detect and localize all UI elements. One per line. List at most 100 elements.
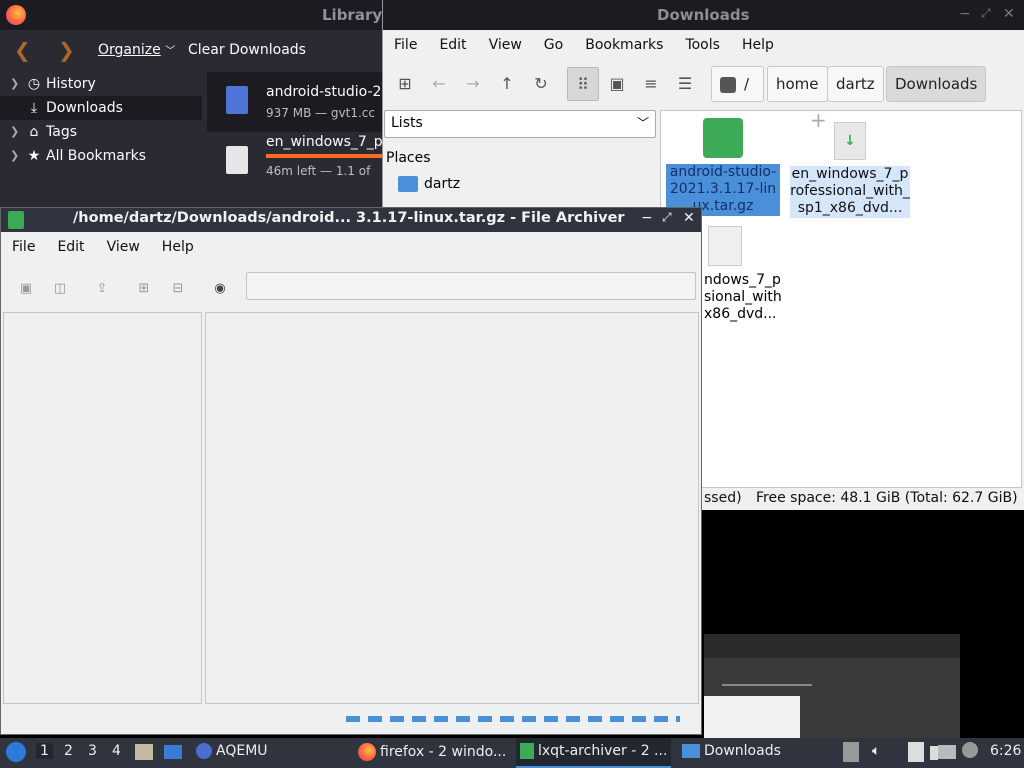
clock[interactable]: 6:26 — [990, 743, 1021, 759]
maximize-icon[interactable]: ⤢ — [981, 6, 991, 21]
up-icon[interactable]: ↑ — [495, 72, 519, 96]
add-folder-icon[interactable]: ⊟ — [167, 278, 189, 300]
menu-edit[interactable]: Edit — [46, 239, 95, 255]
expand-icon[interactable]: ❯ — [10, 144, 19, 168]
close-icon[interactable]: ✕ — [1003, 6, 1015, 22]
minimize-icon[interactable]: − — [959, 6, 971, 22]
file-item-en-windows-7-partial[interactable]: ndows_7_p sional_with x86_dvd... — [704, 226, 804, 323]
workspace-3[interactable]: 3 — [88, 743, 97, 759]
add-file-icon[interactable]: ⊞ — [133, 278, 155, 300]
thumbnail-view-icon[interactable]: ▣ — [605, 72, 629, 96]
workspace-2[interactable]: 2 — [64, 743, 73, 759]
clock-icon: ◷ — [27, 76, 41, 92]
maximize-icon[interactable]: ⤢ — [662, 210, 672, 225]
clipboard-icon[interactable] — [908, 742, 924, 762]
download-file-icon: ↓ — [834, 122, 866, 160]
compact-view-icon[interactable]: ≡ — [639, 72, 663, 96]
download-progress-bar — [266, 154, 382, 158]
file-label: en_windows_7_professional_with_sp1_x86_d… — [790, 166, 910, 218]
tree-item-history[interactable]: ❯ ◷ History — [0, 72, 202, 96]
menu-help[interactable]: Help — [731, 37, 785, 53]
breadcrumb-root[interactable]: / — [711, 66, 764, 102]
preview-document — [704, 696, 800, 738]
chevron-down-icon: ﹀ — [165, 46, 176, 57]
folder-icon — [682, 744, 700, 758]
task-firefox[interactable]: firefox - 2 windo... — [358, 743, 506, 761]
icon-view-icon[interactable]: ⠿ — [567, 67, 599, 101]
iso-file-icon — [226, 146, 248, 174]
workspace-1[interactable]: 1 — [36, 743, 53, 759]
extract-icon[interactable]: ⇪ — [91, 278, 113, 300]
reload-icon[interactable]: ↻ — [529, 72, 553, 96]
task-aqemu[interactable]: AQEMU — [196, 743, 268, 759]
menu-view[interactable]: View — [478, 37, 533, 53]
tree-label: All Bookmarks — [46, 148, 147, 164]
aqemu-icon — [196, 743, 212, 759]
breadcrumb-downloads[interactable]: Downloads — [886, 66, 987, 102]
minimize-icon[interactable]: − — [641, 210, 653, 226]
file-item-android-studio[interactable]: android-studio-2021.3.1.17-linux.tar.gz — [666, 116, 780, 216]
menu-help[interactable]: Help — [151, 239, 205, 255]
open-archive-icon[interactable]: ◫ — [49, 278, 71, 300]
preview-slider — [722, 684, 812, 686]
place-item-dartz[interactable]: dartz — [398, 176, 460, 192]
archiver-menubar: File Edit View Help — [1, 232, 701, 262]
menu-go[interactable]: Go — [533, 37, 574, 53]
clear-downloads-button[interactable]: Clear Downloads — [188, 42, 306, 58]
tree-item-tags[interactable]: ❯ ⌂ Tags — [0, 120, 202, 144]
task-downloads[interactable]: Downloads — [682, 743, 781, 759]
notification-icon[interactable] — [962, 742, 978, 758]
task-label: lxqt-archiver - 2 ... — [538, 743, 668, 759]
organize-button[interactable]: Organize ﹀ — [98, 42, 175, 58]
library-title: Library — [322, 6, 383, 24]
menu-file[interactable]: File — [1, 239, 46, 255]
close-icon[interactable]: ✕ — [683, 210, 695, 226]
location-input[interactable] — [246, 272, 696, 300]
eject-icon[interactable] — [843, 742, 859, 762]
start-menu-icon[interactable] — [6, 742, 26, 762]
tree-label: Downloads — [46, 100, 123, 116]
task-lxqt-archiver[interactable]: lxqt-archiver - 2 ... — [516, 738, 672, 768]
fm-menubar: File Edit View Go Bookmarks Tools Help — [383, 30, 785, 60]
download-name: android-studio-20 — [266, 84, 391, 100]
breadcrumb-home[interactable]: home — [767, 66, 828, 102]
archiver-title: /home/dartz/Downloads/android... 3.1.17-… — [73, 210, 625, 226]
status-selection: ssed) — [704, 490, 742, 506]
forward-icon[interactable]: → — [461, 72, 485, 96]
network-icon[interactable] — [938, 745, 956, 759]
expand-icon[interactable]: ❯ — [10, 120, 19, 144]
menu-file[interactable]: File — [383, 37, 428, 53]
folder-tree-pane[interactable] — [3, 312, 202, 704]
file-manager-launcher-icon[interactable] — [135, 744, 153, 760]
tree-item-downloads[interactable]: ⤓ Downloads — [0, 96, 202, 120]
menu-bookmarks[interactable]: Bookmarks — [574, 37, 674, 53]
workspace-4[interactable]: 4 — [112, 743, 121, 759]
file-item-en-windows-7[interactable]: ↓ en_windows_7_professional_with_sp1_x86… — [790, 116, 910, 218]
archiver-app-icon — [520, 743, 534, 759]
file-list-pane[interactable] — [205, 312, 699, 704]
organize-label: Organize — [98, 42, 161, 58]
list-item[interactable]: android-studio-20 937 MB — gvt1.cc — [207, 72, 390, 132]
tree-item-all-bookmarks[interactable]: ❯ ★ All Bookmarks — [0, 144, 202, 168]
new-archive-icon[interactable]: ▣ — [15, 278, 37, 300]
back-icon[interactable]: ← — [427, 72, 451, 96]
task-label: firefox - 2 windo... — [380, 744, 507, 760]
download-status: 46m left — 1.1 of — [266, 164, 371, 178]
new-tab-icon[interactable]: ⊞ — [393, 72, 417, 96]
menu-edit[interactable]: Edit — [428, 37, 477, 53]
detailed-view-icon[interactable]: ☰ — [673, 72, 697, 96]
volume-icon[interactable]: 🔈︎ — [872, 743, 880, 759]
breadcrumb-dartz[interactable]: dartz — [827, 66, 884, 102]
sidebar-mode-select[interactable]: Lists ﹀ — [384, 110, 656, 138]
battery-icon[interactable] — [930, 746, 938, 760]
menu-tools[interactable]: Tools — [674, 37, 731, 53]
stop-icon[interactable]: ◉ — [209, 278, 231, 300]
menu-view[interactable]: View — [96, 239, 151, 255]
back-icon[interactable]: ❮ — [14, 38, 31, 62]
library-titlebar: Library — [0, 0, 404, 30]
list-item[interactable]: en_windows_7_pr 46m left — 1.1 of — [207, 132, 388, 192]
expand-icon[interactable]: ❯ — [10, 72, 19, 96]
star-icon: ★ — [27, 148, 41, 164]
forward-icon[interactable]: ❯ — [58, 38, 75, 62]
desktop-icon[interactable] — [164, 745, 182, 759]
